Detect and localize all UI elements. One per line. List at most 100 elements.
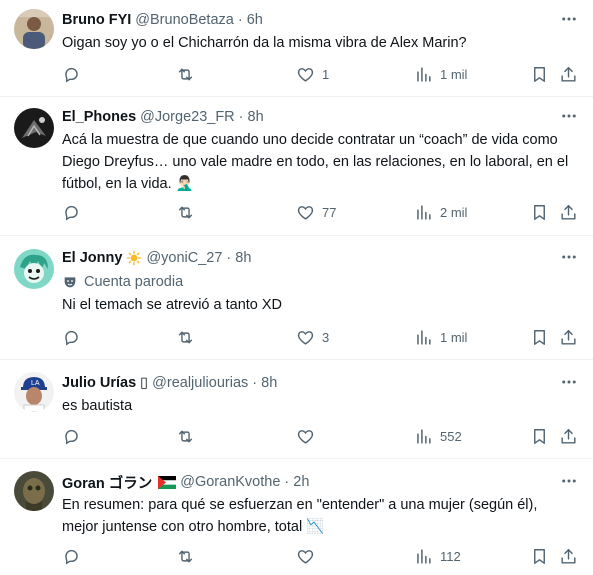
- views-count: 2 mil: [440, 204, 468, 220]
- action-bar: 112: [62, 545, 579, 567]
- action-bar: 3 1 mil: [62, 326, 579, 348]
- share-icon: [561, 329, 576, 345]
- tweet-header: El_Phones @Jorge23_FR · 8h: [62, 107, 577, 127]
- share-button[interactable]: [559, 65, 578, 84]
- reply-icon: [65, 549, 78, 565]
- more-icon[interactable]: [559, 247, 579, 267]
- views-button[interactable]: 552: [414, 427, 462, 446]
- reply-button[interactable]: [62, 65, 81, 84]
- action-bar: 77 2 mil: [62, 201, 579, 223]
- avatar[interactable]: [14, 108, 54, 148]
- avatar[interactable]: [14, 9, 54, 49]
- retweet-icon: [178, 68, 193, 80]
- retweet-button[interactable]: [176, 65, 195, 84]
- reply-button[interactable]: [62, 547, 81, 566]
- more-icon[interactable]: [559, 106, 579, 126]
- retweet-icon: [178, 550, 193, 562]
- like-icon: [297, 205, 314, 220]
- retweet-icon: [178, 331, 193, 343]
- author-name[interactable]: El Jonny: [62, 250, 122, 266]
- timestamp[interactable]: 8h: [235, 250, 251, 266]
- avatar[interactable]: [14, 471, 54, 511]
- views-button[interactable]: 112: [414, 547, 461, 566]
- author-name[interactable]: Goran ゴラン: [62, 472, 152, 493]
- star-badge-icon: [126, 250, 142, 266]
- avatar[interactable]: [14, 249, 54, 289]
- like-button[interactable]: [296, 427, 322, 446]
- views-button[interactable]: 1 mil: [414, 65, 467, 84]
- tweet-text: es bautista: [62, 398, 133, 414]
- timestamp[interactable]: 6h: [247, 12, 263, 28]
- timestamp[interactable]: 8h: [261, 375, 277, 391]
- tweet-header: Bruno FYI @BrunoBetaza · 6h: [62, 10, 577, 30]
- share-button[interactable]: [559, 328, 578, 347]
- views-icon: [417, 204, 431, 220]
- views-count: 1 mil: [440, 66, 468, 82]
- share-button[interactable]: [559, 547, 578, 566]
- reply-icon: [65, 205, 78, 221]
- author-handle[interactable]: @yoniC_27: [146, 250, 222, 266]
- avatar[interactable]: LA: [14, 372, 54, 412]
- retweet-icon: [178, 206, 193, 218]
- like-icon: [297, 67, 314, 82]
- views-button[interactable]: 1 mil: [414, 328, 467, 347]
- bookmark-icon: [534, 204, 545, 220]
- author-name[interactable]: El_Phones: [62, 109, 136, 125]
- retweet-button[interactable]: [176, 328, 195, 347]
- reply-icon: [65, 67, 78, 83]
- author-name[interactable]: Bruno FYI: [62, 12, 131, 28]
- separator-dot: ·: [237, 12, 243, 28]
- palestine-flag-icon: [158, 475, 177, 489]
- retweet-button[interactable]: [176, 547, 195, 566]
- tweet-header: Goran ゴラン @GoranKvothe · 2h: [62, 472, 577, 492]
- reply-icon: [65, 429, 78, 445]
- more-icon[interactable]: [559, 471, 579, 491]
- reply-button[interactable]: [62, 203, 81, 222]
- share-button[interactable]: [559, 203, 578, 222]
- like-button[interactable]: 77: [296, 203, 336, 222]
- retweet-button[interactable]: [176, 203, 195, 222]
- separator-dot: ·: [284, 474, 290, 490]
- share-button[interactable]: [559, 427, 578, 446]
- views-icon: [417, 428, 431, 444]
- bookmark-button[interactable]: [530, 328, 549, 347]
- author-handle[interactable]: @realjuliourias: [152, 375, 248, 391]
- views-count: 112: [440, 548, 461, 564]
- views-count: 1 mil: [440, 329, 468, 345]
- like-count: 3: [322, 329, 330, 345]
- views-button[interactable]: 2 mil: [414, 203, 467, 222]
- bookmark-button[interactable]: [530, 203, 549, 222]
- like-count: 1: [322, 66, 330, 82]
- bookmark-button[interactable]: [530, 547, 549, 566]
- reply-tweet[interactable]: El_Phones @Jorge23_FR · 8h Acá la muestr…: [0, 97, 593, 236]
- like-button[interactable]: 1: [296, 65, 329, 84]
- retweet-button[interactable]: [176, 427, 195, 446]
- reply-button[interactable]: [62, 427, 81, 446]
- share-icon: [561, 428, 576, 444]
- like-button[interactable]: [296, 547, 322, 566]
- bookmark-icon: [534, 428, 545, 444]
- timestamp[interactable]: 8h: [248, 109, 264, 125]
- bookmark-button[interactable]: [530, 65, 549, 84]
- timestamp[interactable]: 2h: [293, 474, 309, 490]
- reply-tweet[interactable]: El Jonny @yoniC_27 · 8h Cuenta parodia N…: [0, 236, 593, 360]
- reply-tweet[interactable]: Bruno FYI @BrunoBetaza · 6h Oigan soy yo…: [0, 0, 593, 97]
- separator-dot: ·: [252, 375, 258, 391]
- bookmark-button[interactable]: [530, 427, 549, 446]
- like-button[interactable]: 3: [296, 328, 329, 347]
- author-name[interactable]: Julio Urías ▯: [62, 375, 148, 391]
- bookmark-icon: [534, 329, 545, 345]
- more-icon[interactable]: [559, 372, 579, 392]
- tweet-text: Oigan soy yo o el Chicharrón da la misma…: [62, 35, 467, 51]
- svg-text:LA: LA: [31, 380, 40, 387]
- views-icon: [417, 66, 431, 82]
- separator-dot: ·: [238, 109, 244, 125]
- reply-button[interactable]: [62, 328, 81, 347]
- tweet-text: Acá la muestra de que cuando uno decide …: [62, 132, 569, 192]
- reply-tweet[interactable]: LA Julio Urías ▯ @realjuliourias · 8h es…: [0, 360, 593, 459]
- author-handle[interactable]: @Jorge23_FR: [140, 109, 235, 125]
- author-handle[interactable]: @BrunoBetaza: [135, 12, 234, 28]
- reply-tweet[interactable]: Goran ゴラン @GoranKvothe · 2h En resumen: …: [0, 459, 593, 575]
- author-handle[interactable]: @GoranKvothe: [180, 474, 280, 490]
- more-icon[interactable]: [559, 9, 579, 29]
